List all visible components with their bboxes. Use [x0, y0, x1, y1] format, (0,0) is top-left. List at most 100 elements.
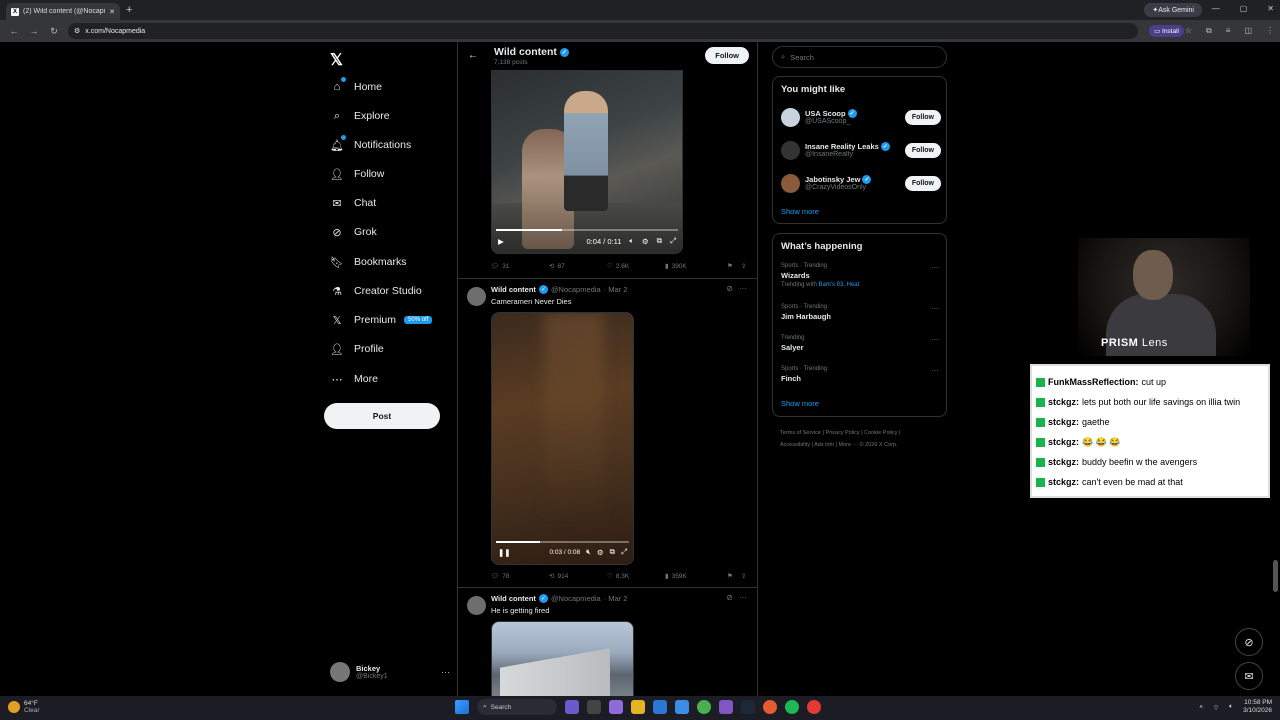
trend-item[interactable]: Sports · Trending Wizards Trending with …: [781, 263, 939, 288]
like-button[interactable]: ♡ 2.6K: [607, 262, 665, 271]
maximize-icon[interactable]: ▢: [1240, 4, 1248, 13]
bookmark-icon[interactable]: ⚑: [727, 262, 741, 270]
grok-float-button[interactable]: ⊘: [1235, 628, 1263, 656]
file-explorer-icon[interactable]: [631, 700, 645, 714]
repost-button[interactable]: ⟲ 87: [549, 262, 607, 271]
more-icon[interactable]: ···: [739, 284, 747, 293]
author-handle[interactable]: @Nocapmedia: [551, 285, 601, 294]
search-input[interactable]: ⌕ Search: [772, 46, 947, 68]
site-info-icon[interactable]: ⚙: [74, 27, 80, 35]
show-more-link[interactable]: Show more: [781, 207, 819, 216]
show-more-link[interactable]: Show more: [781, 399, 819, 408]
footer-line[interactable]: Terms of Service | Privacy Policy | Cook…: [780, 427, 945, 439]
app-icon[interactable]: [675, 700, 689, 714]
nav-chat[interactable]: ✉ Chat: [330, 196, 376, 210]
x-logo-icon[interactable]: 𝕏: [330, 50, 343, 70]
ask-gemini-button[interactable]: ✦ Ask Gemini: [1144, 3, 1202, 17]
author-name[interactable]: Wild content: [491, 285, 536, 294]
tweet[interactable]: Wild content ✓ @Nocapmedia · Mar 2 ⊘ ··· …: [458, 278, 757, 586]
tray-chevron-icon[interactable]: ˄: [1199, 704, 1203, 711]
pip-icon[interactable]: ⧉: [657, 236, 662, 246]
grok-icon[interactable]: ⊘: [726, 593, 733, 602]
avatar[interactable]: [467, 287, 486, 306]
repost-button[interactable]: ⟲ 914: [549, 572, 607, 581]
suggestion-item[interactable]: USA Scoop ✓ @USAScoop_ Follow: [781, 105, 941, 129]
more-icon[interactable]: ···: [931, 335, 939, 344]
author-name[interactable]: Wild content: [491, 594, 536, 603]
views-button[interactable]: ▮ 390K: [665, 262, 727, 271]
tweet-date[interactable]: · Mar 2: [604, 285, 628, 294]
share-icon[interactable]: ⇪: [741, 572, 746, 580]
nav-creator-studio[interactable]: ⚗ Creator Studio: [330, 284, 422, 298]
nav-explore[interactable]: ⌕ Explore: [330, 109, 390, 123]
taskbar-search[interactable]: ⌕ Search: [477, 699, 557, 715]
browser-tab[interactable]: X (2) Wild content (@Nocapmedia ✕: [6, 3, 120, 20]
trend-item[interactable]: Sports · Trending Jim Harbaugh ···: [781, 304, 939, 321]
app-icon[interactable]: [763, 700, 777, 714]
messages-float-button[interactable]: ✉: [1235, 662, 1263, 690]
url-field[interactable]: ⚙ x.com/Nocapmedia: [68, 23, 1138, 39]
reply-button[interactable]: 💬︎ 78: [491, 572, 549, 581]
follow-button[interactable]: Follow: [904, 175, 941, 191]
fullscreen-icon[interactable]: ⤢: [621, 547, 627, 557]
tweet-image[interactable]: [491, 621, 634, 696]
clock[interactable]: 10:58 PM 3/10/2026: [1243, 699, 1272, 715]
menu-icon[interactable]: ⋮: [1266, 26, 1274, 36]
nav-bookmarks[interactable]: 🔖︎ Bookmarks: [330, 255, 407, 269]
more-icon[interactable]: ···: [931, 304, 939, 313]
bookmark-icon[interactable]: ⚑: [727, 572, 741, 580]
tweet-date[interactable]: · Mar 2: [604, 594, 628, 603]
grok-icon[interactable]: ⊘: [726, 284, 733, 293]
account-switcher[interactable]: Bickey @Bickey1 ···: [330, 662, 450, 682]
footer-line[interactable]: Accessibility | Ads info | More ··· © 20…: [780, 439, 945, 451]
trend-context-link[interactable]: Bam's 83, Heat: [818, 282, 859, 288]
mute-icon[interactable]: 🔇︎: [586, 547, 591, 557]
more-icon[interactable]: ···: [931, 263, 939, 272]
app-icon[interactable]: [807, 700, 821, 714]
trend-item[interactable]: Sports · Trending Finch ···: [781, 366, 939, 383]
pip-icon[interactable]: ⧉: [610, 547, 615, 557]
profile-icon[interactable]: ◫: [1244, 26, 1252, 36]
follow-button[interactable]: Follow: [705, 47, 749, 64]
avatar[interactable]: [467, 596, 486, 615]
close-tab-icon[interactable]: ✕: [109, 8, 115, 16]
tweet[interactable]: Wild content ✓ @Nocapmedia · Mar 2 ⊘ ··· …: [458, 587, 757, 696]
more-icon[interactable]: ···: [739, 593, 747, 602]
author-handle[interactable]: @Nocapmedia: [551, 594, 601, 603]
wifi-icon[interactable]: ⌔: [1213, 703, 1219, 712]
weather-widget[interactable]: 64°F Clear: [8, 700, 40, 714]
reload-icon[interactable]: ↻: [48, 26, 60, 37]
video-player[interactable]: ▶ 0:04 / 0:11 🔈︎ ⚙ ⧉ ⤢: [491, 70, 683, 254]
windows-start-icon[interactable]: [455, 700, 469, 714]
trend-item[interactable]: Trending Salyer ···: [781, 335, 939, 352]
pause-icon[interactable]: ❚❚: [498, 548, 511, 557]
follow-button[interactable]: Follow: [904, 109, 941, 125]
nav-premium[interactable]: 𝕏 Premium 50% off: [330, 313, 433, 327]
spotify-icon[interactable]: [785, 700, 799, 714]
back-icon[interactable]: ←: [8, 26, 20, 36]
video-player[interactable]: ❚❚ 0:03 / 0:08 🔇︎ ⚙ ⧉ ⤢: [491, 312, 634, 565]
app-icon[interactable]: [565, 700, 579, 714]
settings-icon[interactable]: ⚙: [597, 548, 604, 557]
follow-button[interactable]: Follow: [904, 142, 941, 158]
suggestion-item[interactable]: Insane Reality Leaks ✓ @InsaneRealty Foll…: [781, 138, 941, 162]
suggestion-item[interactable]: Jabotinsky Jew ✓ @CrazyVideosOnly Follow: [781, 171, 941, 195]
play-icon[interactable]: ▶: [498, 237, 504, 246]
app-icon[interactable]: [609, 700, 623, 714]
extensions-icon[interactable]: ⧉: [1206, 26, 1212, 36]
volume-icon[interactable]: 🔈︎: [1229, 703, 1233, 711]
settings-icon[interactable]: ⚙: [642, 237, 649, 246]
nav-grok[interactable]: ⊘ Grok: [330, 225, 376, 239]
nav-profile[interactable]: 👤︎ Profile: [330, 342, 384, 356]
post-button[interactable]: Post: [324, 403, 440, 429]
like-button[interactable]: ♡ 8.3K: [607, 572, 665, 581]
fullscreen-icon[interactable]: ⤢: [670, 236, 676, 246]
volume-icon[interactable]: 🔈︎: [629, 236, 634, 246]
scrollbar[interactable]: [1273, 560, 1278, 592]
new-tab-icon[interactable]: +: [126, 4, 132, 16]
install-button[interactable]: ▭ Install: [1149, 25, 1184, 37]
nav-notifications[interactable]: 🔔︎ Notifications: [330, 135, 411, 152]
reply-button[interactable]: 💬︎ 31: [491, 262, 549, 271]
minimize-icon[interactable]: —: [1212, 4, 1220, 13]
task-view-icon[interactable]: [587, 700, 601, 714]
